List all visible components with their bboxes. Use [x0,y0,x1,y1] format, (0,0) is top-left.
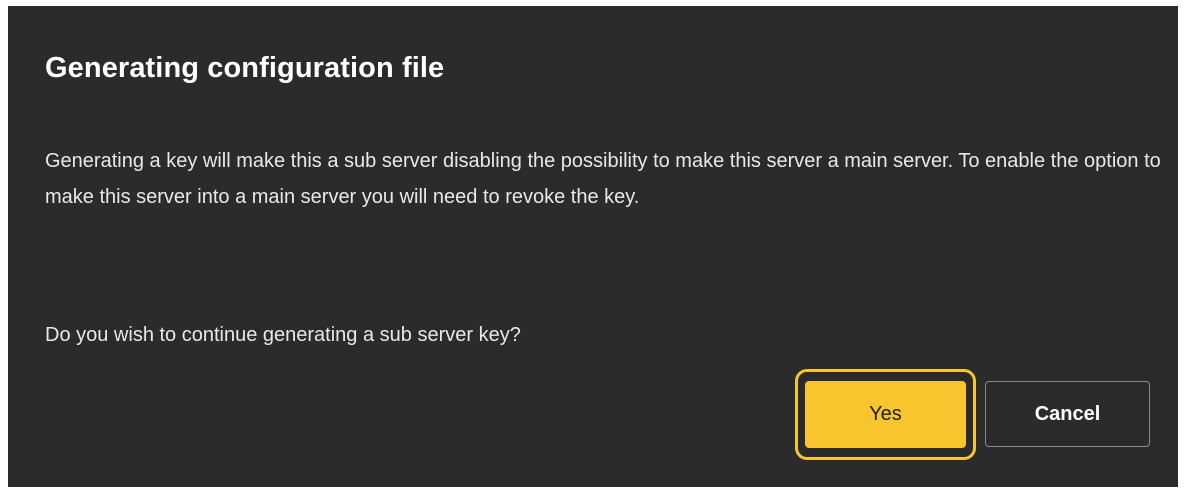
dialog-message: Generating a key will make this a sub se… [45,150,1161,208]
dialog-title: Generating configuration file [45,52,445,84]
confirmation-dialog: Generating configuration file Generating… [8,6,1178,487]
cancel-button[interactable]: Cancel [985,381,1150,447]
dialog-question: Do you wish to continue generating a sub… [45,324,521,346]
yes-button[interactable]: Yes [805,381,966,448]
